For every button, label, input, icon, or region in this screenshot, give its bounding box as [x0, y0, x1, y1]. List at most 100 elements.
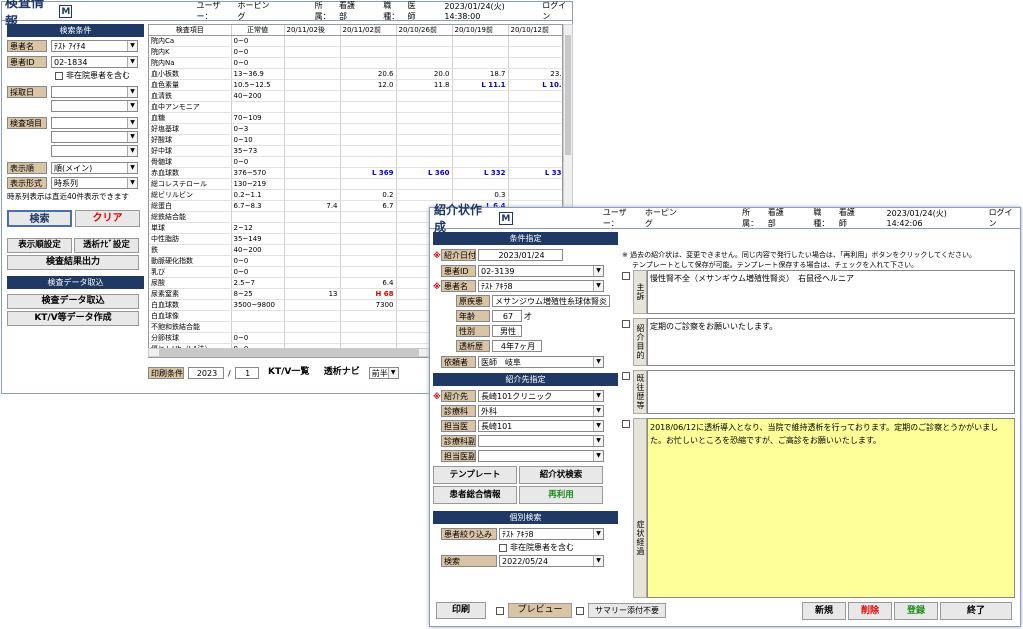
table-row[interactable]: 好塩基球 0~3: [149, 123, 562, 135]
new-button[interactable]: 新規: [802, 602, 846, 620]
exclude-checkbox[interactable]: [55, 71, 63, 80]
preview-button[interactable]: プレビュー: [508, 603, 572, 618]
patient-select[interactable]: ﾃｽﾄ ｱｲﾁ4 ▼: [51, 40, 138, 52]
month-input[interactable]: 1: [234, 367, 259, 379]
table-row[interactable]: 血色素量 10.5~12.5 12.0 11.8 L 11.1 L 10.: [149, 79, 562, 91]
column-header[interactable]: 20/11/02前: [340, 25, 397, 36]
navi-tab[interactable]: 透析ナビ: [318, 364, 365, 382]
clear-button[interactable]: クリア: [75, 210, 140, 227]
chief-complaint-label: 主訴: [633, 270, 647, 314]
table-row[interactable]: 血中アンモニア: [149, 101, 562, 113]
print-button[interactable]: 印刷: [436, 602, 486, 619]
import-button[interactable]: 検査データ取込: [7, 294, 139, 309]
dept-label: 所属：: [314, 1, 331, 21]
column-header[interactable]: 20/11/02後: [284, 25, 341, 36]
order-select[interactable]: 順(メイン) ▼: [51, 162, 138, 174]
pname-label: 患者名: [441, 280, 476, 292]
template-checkbox-4[interactable]: [622, 420, 630, 428]
normal-range-cell: 2~12: [231, 222, 285, 234]
dept-sub-select[interactable]: ▼: [478, 435, 604, 447]
table-row[interactable]: 院内K 0~0: [149, 46, 562, 58]
search-date-select[interactable]: 2022/05/24 ▼: [499, 555, 604, 567]
age-unit: 才: [524, 311, 532, 321]
item-select-3[interactable]: ▼: [51, 145, 138, 157]
table-row[interactable]: 骨髄球 0~0: [149, 156, 562, 168]
export-button[interactable]: 検査結果出力: [7, 255, 139, 270]
item-select-1[interactable]: ▼: [51, 117, 138, 129]
value-cell: [508, 57, 562, 69]
ktv-list-tab[interactable]: KT/V一覧: [262, 364, 315, 382]
ktv-button[interactable]: KT/V等データ作成: [7, 311, 139, 326]
pid-select[interactable]: 02-3139 ▼: [478, 265, 604, 277]
value-cell: [340, 145, 397, 157]
delete-button[interactable]: 削除: [848, 602, 892, 620]
role-label: 職種：: [383, 1, 400, 21]
table-row[interactable]: 院内Na 0~0: [149, 57, 562, 69]
half-select[interactable]: 前半 ▼: [368, 367, 399, 379]
normal-range-cell: 13~36.9: [231, 68, 285, 80]
table-row[interactable]: 血糖 70~109: [149, 112, 562, 124]
pid-label: 患者ID: [441, 265, 476, 277]
date-to-select[interactable]: ▼: [51, 100, 138, 112]
item-name-cell: 好中球: [149, 145, 232, 157]
item-select-2[interactable]: ▼: [51, 131, 138, 143]
template-checkbox-2[interactable]: [622, 320, 630, 328]
summary-button[interactable]: サマリー添付不要: [588, 603, 666, 618]
column-header[interactable]: 検査項目: [149, 25, 232, 36]
dept-select[interactable]: 外科 ▼: [478, 405, 604, 417]
column-header[interactable]: 20/10/26前: [396, 25, 453, 36]
template-checkbox-3[interactable]: [622, 372, 630, 380]
doctor-sub-select[interactable]: ▼: [478, 450, 604, 462]
save-button[interactable]: 登録: [894, 602, 938, 620]
chief-complaint-text[interactable]: 慢性腎不全（メサンギウム増殖性腎炎） 右鼠径ヘルニア: [647, 270, 1015, 314]
table-row[interactable]: 総コレステロール 130~219: [149, 178, 562, 190]
normal-range-cell: 35~149: [231, 233, 285, 245]
age-field: 67: [492, 310, 522, 322]
date-from-select[interactable]: ▼: [51, 86, 138, 98]
table-row[interactable]: 院内Ca 0~0: [149, 35, 562, 47]
history-text[interactable]: [647, 370, 1015, 414]
purpose-text[interactable]: 定期のご診察をお願いいたします。: [647, 318, 1015, 366]
preview-checkbox[interactable]: [496, 606, 504, 615]
patient-info-button[interactable]: 患者総合情報: [433, 486, 517, 504]
navi-setting-button[interactable]: 透析ﾅﾋﾞ設定: [74, 238, 139, 253]
normal-range-cell: 6.7~8.3: [231, 200, 285, 212]
template-button[interactable]: テンプレート: [433, 466, 517, 484]
login-link[interactable]: ログイン: [542, 0, 572, 22]
reuse-button[interactable]: 再利用: [519, 486, 603, 504]
login-link[interactable]: ログイン: [989, 207, 1020, 229]
table-row[interactable]: 総ビリルビン 0.2~1.1 0.2 0.3: [149, 189, 562, 201]
column-header[interactable]: 20/10/12前: [508, 25, 562, 36]
window-title: 紹介状作成: [434, 203, 483, 234]
narrow-select[interactable]: ﾃｽﾄ ｱｷﾗ8 ▼: [499, 528, 604, 540]
search-button[interactable]: 検索: [7, 210, 72, 227]
letter-search-button[interactable]: 紹介状検索: [519, 466, 603, 484]
dept-value: 看護部: [767, 208, 784, 228]
doctor-select[interactable]: 長崎101 ▼: [478, 420, 604, 432]
requester-select[interactable]: 医師 岐阜 ▼: [478, 356, 604, 368]
table-row[interactable]: 血小板数 13~36.9 20.6 20.0 18.7 23.: [149, 68, 562, 80]
course-text[interactable]: 2018/06/12に透析導入となり、当院で維持透析を行っております。定期のご診…: [647, 418, 1015, 598]
pid-select[interactable]: 02-1834 ▼: [51, 56, 138, 68]
date-input[interactable]: 2023/01/24: [478, 249, 563, 261]
column-header[interactable]: 20/10/19前: [452, 25, 509, 36]
column-header[interactable]: 正常値: [231, 25, 285, 36]
display-order-button[interactable]: 表示順設定: [7, 238, 72, 253]
pname-select[interactable]: ﾃｽﾄ ｱｷﾗ8 ▼: [478, 280, 604, 292]
summary-checkbox[interactable]: [576, 606, 584, 615]
format-select[interactable]: 時系列 ▼: [51, 177, 138, 189]
end-button[interactable]: 終了: [940, 602, 1012, 620]
table-row[interactable]: 赤血球数 376~570 L 369 L 360 L 332 L 33: [149, 167, 562, 179]
value-cell: [340, 255, 397, 267]
table-row[interactable]: 血清鉄 40~200: [149, 90, 562, 102]
year-input[interactable]: 2023: [188, 367, 224, 379]
normal-range-cell: 0.2~1.1: [231, 189, 285, 201]
template-checkbox-1[interactable]: [622, 272, 630, 280]
table-row[interactable]: 好中球 35~73: [149, 145, 562, 157]
table-row[interactable]: 好酸球 0~10: [149, 134, 562, 146]
exclude-checkbox[interactable]: [499, 543, 507, 552]
value-cell: 6.7: [340, 200, 397, 212]
value-cell: [340, 35, 397, 47]
dest-select[interactable]: 長崎101クリニック ▼: [478, 390, 604, 402]
mode-badge: M: [498, 211, 513, 225]
